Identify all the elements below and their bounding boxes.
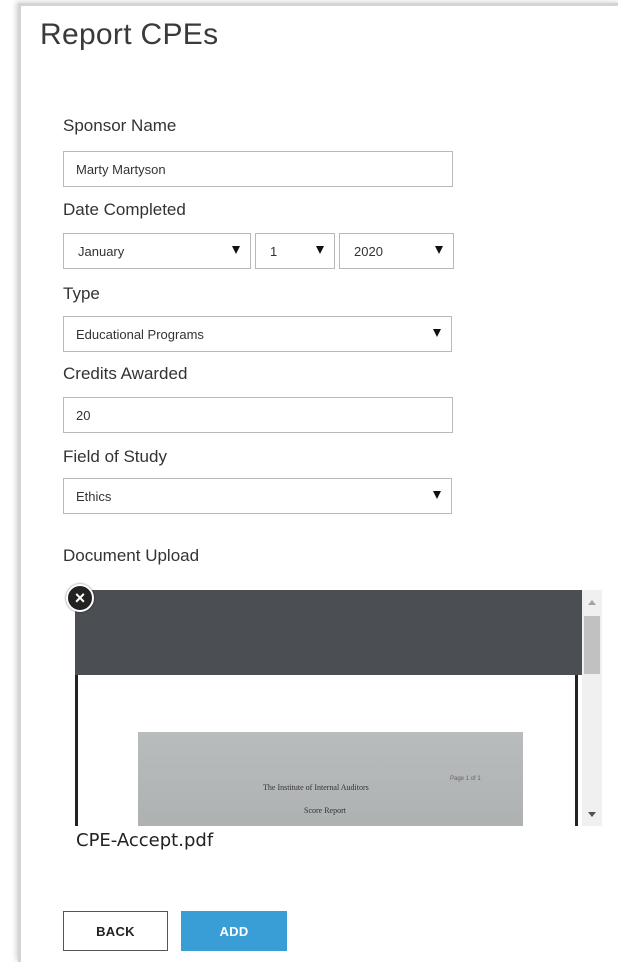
sponsor-name-value: Marty Martyson — [76, 161, 166, 177]
pdf-viewer-toolbar — [75, 590, 582, 675]
close-icon[interactable]: × — [66, 584, 94, 612]
date-completed-label: Date Completed — [63, 200, 186, 219]
document-upload-label: Document Upload — [63, 546, 200, 565]
back-button[interactable]: BACK — [63, 911, 168, 951]
scroll-thumb[interactable] — [584, 616, 600, 674]
preview-line-2: Score Report — [304, 806, 346, 815]
page-title: Report CPEs — [40, 18, 219, 51]
year-select[interactable]: 2020 — [339, 233, 454, 269]
sponsor-name-input[interactable]: Marty Martyson — [63, 151, 453, 187]
preview-scrollbar[interactable] — [582, 590, 602, 826]
credits-awarded-value: 20 — [76, 407, 91, 423]
type-value: Educational Programs — [76, 326, 204, 342]
type-label: Type — [63, 284, 100, 303]
field-of-study-label: Field of Study — [63, 447, 167, 466]
credits-awarded-input[interactable]: 20 — [63, 397, 453, 433]
chevron-down-icon — [316, 246, 324, 254]
type-select[interactable]: Educational Programs — [63, 316, 452, 352]
document-preview[interactable]: Page 1 of 1 The Institute of Internal Au… — [75, 590, 582, 826]
field-of-study-select[interactable]: Ethics — [63, 478, 452, 514]
scroll-up-icon[interactable] — [588, 600, 596, 605]
preview-line-1: The Institute of Internal Auditors — [263, 783, 369, 792]
chevron-down-icon — [433, 329, 441, 337]
chevron-down-icon — [435, 246, 443, 254]
add-button[interactable]: ADD — [181, 911, 287, 951]
month-value: January — [78, 243, 125, 259]
chevron-down-icon — [232, 246, 240, 254]
day-value: 1 — [270, 243, 278, 259]
day-select[interactable]: 1 — [255, 233, 335, 269]
field-of-study-value: Ethics — [76, 488, 112, 504]
year-value: 2020 — [354, 243, 383, 259]
preview-page-number: Page 1 of 1 — [450, 776, 481, 782]
chevron-down-icon — [433, 491, 441, 499]
pdf-page: Page 1 of 1 The Institute of Internal Au… — [75, 675, 578, 826]
scroll-down-icon[interactable] — [588, 812, 596, 817]
scanned-document-image: Page 1 of 1 The Institute of Internal Au… — [138, 732, 523, 826]
sponsor-name-label: Sponsor Name — [63, 116, 177, 135]
month-select[interactable]: January — [63, 233, 251, 269]
uploaded-filename: CPE-Accept.pdf — [76, 830, 214, 851]
credits-awarded-label: Credits Awarded — [63, 364, 188, 383]
